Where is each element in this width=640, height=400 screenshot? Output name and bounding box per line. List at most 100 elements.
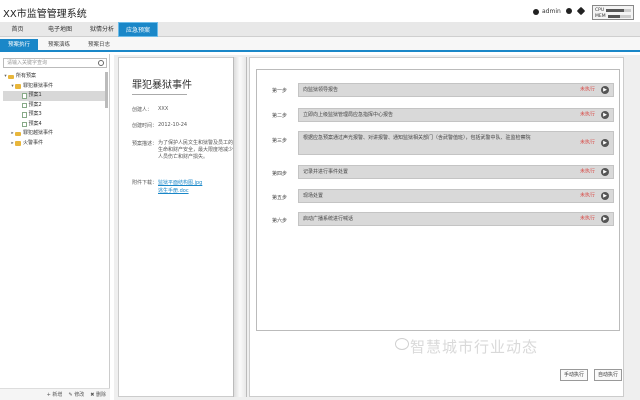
app-title: XX市监管管理系统 xyxy=(3,9,87,20)
info-icon[interactable] xyxy=(566,8,572,14)
tree-node[interactable]: 预案4 xyxy=(3,120,107,130)
search-icon[interactable] xyxy=(98,60,104,66)
step-text: 向监狱领导报告 xyxy=(303,87,339,93)
tree-node-label: 罪犯越狱事件 xyxy=(23,130,54,136)
desc-label: 预案描述： xyxy=(132,141,158,147)
step-row[interactable]: 现场处置 未执行 ▶ xyxy=(298,189,614,203)
user-info[interactable]: admin xyxy=(533,8,561,15)
creator-row: 创建人： XXX xyxy=(132,106,233,113)
folder-icon xyxy=(15,131,21,136)
folder-icon xyxy=(15,141,21,146)
step-status: 未执行 xyxy=(579,139,595,146)
tree-search-input[interactable]: 请输入关键字查询 xyxy=(3,58,107,68)
nav-home[interactable]: 首页 xyxy=(0,22,35,37)
step-row[interactable]: 记录并进行事件处置 未执行 ▶ xyxy=(298,165,614,179)
execute-icon[interactable]: ▶ xyxy=(601,192,609,200)
plan-info-page: 罪犯暴狱事件 创建人： XXX 创建时间： 2012-10-24 预案描述： 为… xyxy=(118,57,240,397)
mem-label: MEM xyxy=(595,13,606,19)
wechat-icon xyxy=(395,338,409,350)
desc-value: 为了保护人民文生和狱警及员工的生命和财产安全，最大限度地减少人员伤亡和财产损失。 xyxy=(158,140,234,160)
step-label: 第五步 xyxy=(272,195,288,201)
step-label: 第四步 xyxy=(272,171,288,177)
folder-icon xyxy=(8,74,14,79)
tab-plan-drill[interactable]: 预案演练 xyxy=(40,39,78,52)
tree-node[interactable]: 预案2 xyxy=(3,101,107,111)
tree-node-label: 所有预案 xyxy=(16,73,37,79)
watermark: 智慧城市行业动态 xyxy=(410,338,539,356)
manual-execute-button[interactable]: 手动执行 xyxy=(560,369,588,381)
step-text: 启动广播系统进行喊话 xyxy=(303,216,354,222)
tree-scrollbar[interactable] xyxy=(105,72,108,108)
tree-node[interactable]: ▸ 火警事件 xyxy=(3,139,107,149)
app-header: XX市监管管理系统 admin CPU MEM xyxy=(0,0,640,22)
step-text: 现场处置 xyxy=(303,193,324,199)
tree-node-label: 预案2 xyxy=(28,101,42,108)
step-label: 第三步 xyxy=(272,138,288,144)
username: admin xyxy=(542,8,561,15)
tab-plan-execute[interactable]: 预案执行 xyxy=(0,39,38,52)
desc-row: 预案描述： 为了保护人民文生和狱警及员工的生命和财产安全，最大限度地减少人员伤亡… xyxy=(132,140,233,161)
nav-emergency-plan[interactable]: 应急预案 xyxy=(118,22,158,37)
tree-node[interactable]: 预案1 xyxy=(3,91,107,101)
execute-icon[interactable]: ▶ xyxy=(601,168,609,176)
event-title: 罪犯暴狱事件 xyxy=(132,80,192,91)
auto-execute-button[interactable]: 自动执行 xyxy=(594,369,622,381)
step-row[interactable]: 立即向上级监狱管理局应急指挥中心报告 未执行 ▶ xyxy=(298,108,614,122)
step-text: 根据应急预案通过声光报警、对讲报警、通知监狱相关部门（含武警值班），包括武警中队… xyxy=(303,135,531,141)
add-plan-button[interactable]: + 新增 xyxy=(47,391,63,398)
attachment-label: 附件下载： xyxy=(132,180,158,186)
attachment-link[interactable]: 监狱平面结构图.jpg xyxy=(158,179,233,187)
execute-icon[interactable]: ▶ xyxy=(601,139,609,147)
execute-icon[interactable]: ▶ xyxy=(601,111,609,119)
search-placeholder: 请输入关键字查询 xyxy=(7,60,48,66)
step-status: 未执行 xyxy=(579,192,595,199)
plan-tree-panel: 请输入关键字查询 ▾ 所有预案 ▾ 罪犯暴狱事件 预案1 预案2 预案3 预案4 ▸ 罪犯越狱事件… xyxy=(0,54,110,400)
created-value: 2012-10-24 xyxy=(158,122,188,128)
book-spine xyxy=(233,57,247,397)
nav-map[interactable]: 电子地图 xyxy=(38,22,82,37)
tree-node[interactable]: ▾ 所有预案 xyxy=(3,72,107,82)
document-icon xyxy=(22,93,27,99)
step-row[interactable]: 启动广播系统进行喊话 未执行 ▶ xyxy=(298,212,614,226)
tree-node[interactable]: ▸ 罪犯越狱事件 xyxy=(3,129,107,139)
tree-node[interactable]: ▾ 罪犯暴狱事件 xyxy=(3,82,107,92)
settings-icon[interactable] xyxy=(576,6,586,16)
edit-plan-button[interactable]: ✎ 修改 xyxy=(68,391,84,398)
plan-tree: ▾ 所有预案 ▾ 罪犯暴狱事件 预案1 预案2 预案3 预案4 ▸ 罪犯越狱事件 ▸ 火警事件 xyxy=(3,72,107,148)
cpu-bar-fill xyxy=(606,8,624,12)
attachment-link[interactable]: 逃生手册.doc xyxy=(158,187,233,195)
user-icon xyxy=(533,8,539,15)
step-row[interactable]: 根据应急预案通过声光报警、对讲报警、通知监狱相关部门（含武警值班），包括武警中队… xyxy=(298,131,614,155)
folder-icon xyxy=(15,84,21,89)
document-icon xyxy=(22,112,27,118)
step-status: 未执行 xyxy=(579,86,595,93)
nav-analysis[interactable]: 狱情分析 xyxy=(84,22,120,37)
step-text: 立即向上级监狱管理局应急指挥中心报告 xyxy=(303,112,394,118)
creator-label: 创建人： xyxy=(132,107,153,113)
created-label: 创建时间： xyxy=(132,123,158,129)
document-icon xyxy=(22,121,27,127)
created-row: 创建时间： 2012-10-24 xyxy=(132,122,233,129)
cpu-bar xyxy=(606,8,631,12)
step-text: 记录并进行事件处置 xyxy=(303,169,349,175)
mem-bar xyxy=(607,14,631,18)
title-divider xyxy=(132,94,187,95)
cpu-label: CPU xyxy=(595,7,605,13)
tree-node[interactable]: 预案3 xyxy=(3,110,107,120)
tree-node-label: 预案3 xyxy=(28,111,42,117)
step-row[interactable]: 向监狱领导报告 未执行 ▶ xyxy=(298,83,614,97)
step-status: 未执行 xyxy=(579,168,595,175)
step-label: 第六步 xyxy=(272,218,288,224)
step-status: 未执行 xyxy=(579,111,595,118)
execute-icon[interactable]: ▶ xyxy=(601,86,609,94)
step-status: 未执行 xyxy=(579,215,595,222)
step-label: 第二步 xyxy=(272,113,288,119)
delete-plan-button[interactable]: ✖ 删除 xyxy=(90,391,106,398)
tree-node-label: 预案1 xyxy=(28,92,42,98)
tab-plan-log[interactable]: 预案日志 xyxy=(80,39,118,52)
tree-node-label: 火警事件 xyxy=(23,139,44,146)
creator-value: XXX xyxy=(158,106,169,112)
tree-node-label: 罪犯暴狱事件 xyxy=(23,82,54,89)
execute-icon[interactable]: ▶ xyxy=(601,215,609,223)
tree-node-label: 预案4 xyxy=(28,120,42,127)
